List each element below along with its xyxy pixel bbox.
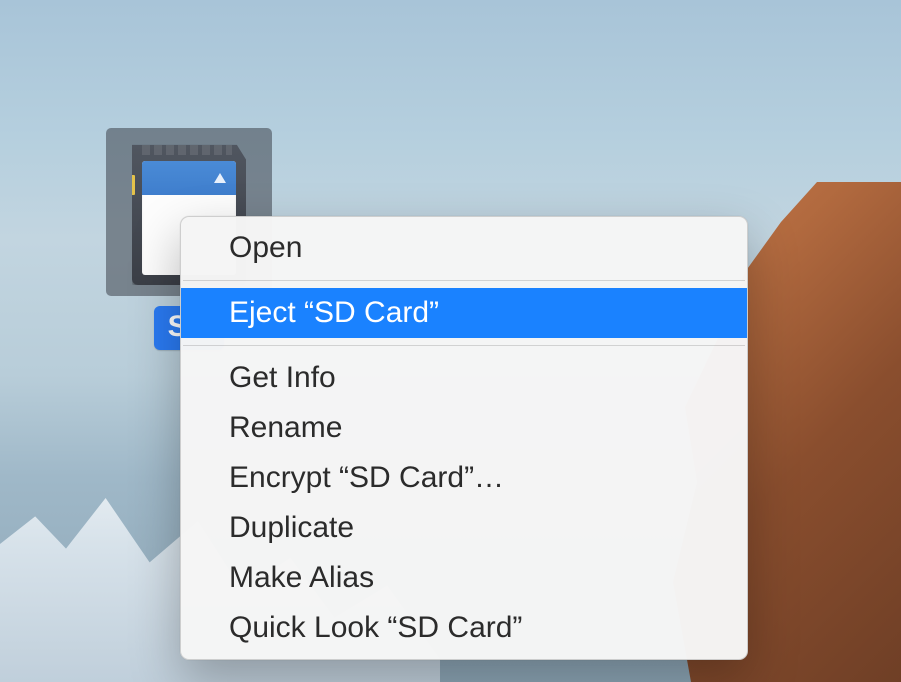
menu-item-open[interactable]: Open <box>181 223 747 273</box>
menu-item-duplicate[interactable]: Duplicate <box>181 503 747 553</box>
menu-item-get-info[interactable]: Get Info <box>181 353 747 403</box>
sd-label-stripe <box>142 161 236 195</box>
sd-contacts-icon <box>142 145 232 155</box>
sd-lock-switch-icon <box>130 175 135 195</box>
menu-item-make-alias[interactable]: Make Alias <box>181 553 747 603</box>
menu-item-rename[interactable]: Rename <box>181 403 747 453</box>
menu-item-eject[interactable]: Eject “SD Card” <box>181 288 747 338</box>
menu-item-encrypt[interactable]: Encrypt “SD Card”… <box>181 453 747 503</box>
menu-separator <box>183 345 745 346</box>
menu-separator <box>183 280 745 281</box>
menu-item-quick-look[interactable]: Quick Look “SD Card” <box>181 603 747 653</box>
sd-arrow-icon <box>214 173 226 183</box>
context-menu[interactable]: Open Eject “SD Card” Get Info Rename Enc… <box>180 216 748 660</box>
